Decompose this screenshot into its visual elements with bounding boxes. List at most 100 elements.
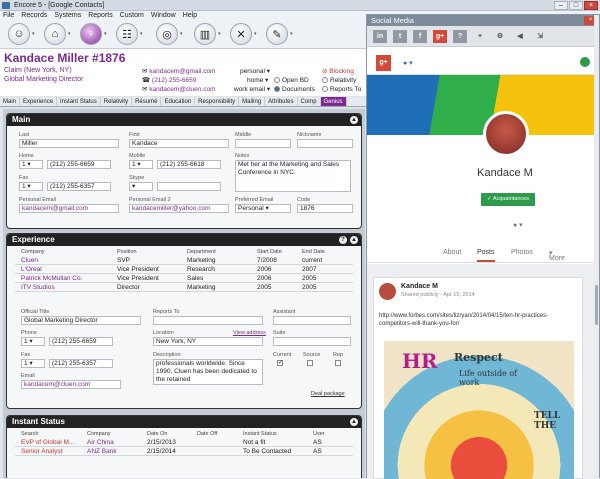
skype-field[interactable] xyxy=(157,182,221,191)
table-row[interactable]: EVP of Global M... Air China 2/15/2013 N… xyxy=(15,438,353,447)
current-checkbox[interactable]: ✓ xyxy=(277,360,283,366)
record-location[interactable]: Claim (New York, NY) xyxy=(4,67,72,74)
open-bd-option[interactable]: Open BD xyxy=(274,76,309,85)
last-name-field[interactable]: Miller xyxy=(19,139,119,148)
table-row[interactable]: Cluen SVP Marketing 7/2008 current xyxy=(15,256,353,265)
phone-field[interactable]: (212) 255-6659 xyxy=(49,337,113,346)
personal-email-link[interactable]: kandacem@gmail.com xyxy=(149,68,215,75)
facebook-icon[interactable]: f xyxy=(413,30,427,43)
phone-country-select[interactable]: 1 ▾ xyxy=(21,337,45,346)
first-name-field[interactable]: Kandace xyxy=(129,139,229,148)
mobile-country-select[interactable]: 1 ▾ xyxy=(129,160,153,169)
post-link[interactable]: http://www.forbes.com/sites/lizryan/2014… xyxy=(379,312,579,328)
contacts-icon[interactable]: ☷ xyxy=(116,23,138,45)
personal-email2-field[interactable]: kandacemiller@yahoo.com xyxy=(129,204,229,213)
tab-education[interactable]: Education xyxy=(161,97,196,106)
help-icon[interactable]: ? xyxy=(339,236,347,244)
companies-icon[interactable]: ⌂ xyxy=(44,23,66,45)
middle-name-field[interactable] xyxy=(235,139,291,148)
email-type-1[interactable]: personal ▾ xyxy=(240,67,270,76)
menu-file[interactable]: File xyxy=(3,11,14,21)
search-people-icon[interactable]: ? xyxy=(453,30,467,43)
menu-records[interactable]: Records xyxy=(21,11,47,21)
menu-systems[interactable]: Systems xyxy=(54,11,81,21)
tab-instant-status[interactable]: Instant Status xyxy=(57,97,101,106)
notes-field[interactable]: Met her at the Marketing and Sales Confe… xyxy=(235,160,351,192)
post-image[interactable]: HR Respect Life outside of work TELL THE xyxy=(384,341,574,479)
fax-country-select[interactable]: 1 ▾ xyxy=(21,359,45,368)
target-icon[interactable]: ◎ xyxy=(156,23,178,45)
personal-email-field[interactable]: kandacem@gmail.com xyxy=(19,204,119,213)
home-country-select[interactable]: 1 ▾ xyxy=(19,160,43,169)
tab-relativity[interactable]: Relativity xyxy=(101,97,133,106)
relativity-option[interactable]: Relativity xyxy=(322,76,356,85)
table-row[interactable]: Patrick McMullan Co. Vice President Sale… xyxy=(15,274,353,283)
email-type-3[interactable]: work email ▾ xyxy=(234,85,270,94)
mobile-phone-field[interactable]: (212) 255-6618 xyxy=(157,160,221,169)
fax-field[interactable]: (212) 255-6357 xyxy=(47,182,111,191)
menu-help[interactable]: Help xyxy=(183,11,197,21)
table-row[interactable]: L'Oreal Vice President Research 2006 200… xyxy=(15,265,353,274)
chart-icon[interactable]: ▥ xyxy=(194,23,216,45)
acquaintances-button[interactable]: ✓ Acquaintances xyxy=(481,193,535,206)
skype-select[interactable]: ▾ xyxy=(129,182,153,191)
email-type-2[interactable]: home ▾ xyxy=(247,76,268,85)
suite-field[interactable] xyxy=(273,337,351,346)
tools-icon[interactable]: ✕ xyxy=(230,23,252,45)
work-email-field[interactable]: kandacem@cluen.com xyxy=(21,380,121,389)
preferred-email-select[interactable]: Personal ▾ xyxy=(235,204,291,213)
circle-menu-icon[interactable]: ● ▾ xyxy=(513,221,523,229)
table-row[interactable]: ITV Studios Director Marketing 2005 2005 xyxy=(15,283,353,292)
location-field[interactable]: New York, NY xyxy=(153,337,263,346)
minimize-button[interactable]: – xyxy=(554,1,568,10)
menu-custom[interactable]: Custom xyxy=(120,11,144,21)
twitter-icon[interactable]: t xyxy=(393,30,407,43)
tab-mailing[interactable]: Mailing xyxy=(239,97,266,106)
deal-package-link[interactable]: Deal package xyxy=(311,391,345,397)
description-field[interactable]: professionals worldwide. Since 1990, Clu… xyxy=(153,359,263,385)
table-row[interactable]: Senior Analyst ANZ Bank 2/15/2014 To Be … xyxy=(15,447,353,456)
post-author[interactable]: Kandace M xyxy=(401,283,438,290)
blocking-flag[interactable]: ⊘ Blocking xyxy=(322,67,354,76)
documents-option[interactable]: Documents xyxy=(274,85,315,94)
gplus-logo-icon[interactable]: g+ xyxy=(376,55,391,71)
nickname-field[interactable] xyxy=(297,139,353,148)
google-plus-icon[interactable]: g+ xyxy=(433,30,447,43)
people-icon[interactable]: ☺ xyxy=(8,23,30,45)
add-icon[interactable]: + xyxy=(473,30,487,43)
tab-genius[interactable]: Genius xyxy=(320,97,347,106)
back-icon[interactable]: ◀ xyxy=(513,30,527,43)
tab-experience[interactable]: Experience xyxy=(20,97,58,106)
linkedin-icon[interactable]: in xyxy=(373,30,387,43)
code-field[interactable]: 1876 xyxy=(297,204,353,213)
tab-resume[interactable]: Résumé xyxy=(132,97,162,106)
collapse-icon[interactable]: ▲ xyxy=(350,116,358,124)
fax-field[interactable]: (212) 255-6357 xyxy=(49,359,113,368)
view-address-link[interactable]: View address xyxy=(233,330,266,336)
tab-main[interactable]: Main xyxy=(0,97,21,106)
tab-photos[interactable]: Photos xyxy=(511,249,533,256)
official-title-field[interactable]: Global Marketing Director xyxy=(21,316,141,325)
home-phone-field[interactable]: (212) 255-6659 xyxy=(47,160,111,169)
fax-country-select[interactable]: 1 ▾ xyxy=(19,182,43,191)
rep-checkbox[interactable] xyxy=(335,360,341,366)
edit-icon[interactable]: ✎ xyxy=(266,23,288,45)
menu-window[interactable]: Window xyxy=(151,11,176,21)
pin-icon[interactable]: ⇲ xyxy=(533,30,547,43)
reports-to-option[interactable]: Reports To xyxy=(322,85,361,94)
close-button[interactable]: × xyxy=(584,1,598,10)
account-switcher[interactable]: ● ▾ xyxy=(403,59,413,67)
work-email-link[interactable]: kandacem@cluen.com xyxy=(149,86,215,93)
tab-responsibility[interactable]: Responsibility xyxy=(195,97,240,106)
hangouts-icon[interactable] xyxy=(580,57,590,67)
tab-attributes[interactable]: Attributes xyxy=(265,97,298,106)
maximize-button[interactable]: □ xyxy=(569,1,583,10)
person-record-icon[interactable]: ♀ xyxy=(80,23,102,45)
tab-comp[interactable]: Comp xyxy=(298,97,321,106)
assistant-field[interactable] xyxy=(273,316,351,325)
menu-reports[interactable]: Reports xyxy=(88,11,113,21)
collapse-icon[interactable]: ▲ xyxy=(350,418,358,426)
tab-posts[interactable]: Posts xyxy=(477,249,495,262)
tab-more[interactable]: More ▾ xyxy=(549,249,565,262)
gear-icon[interactable]: ⚙ xyxy=(493,30,507,43)
